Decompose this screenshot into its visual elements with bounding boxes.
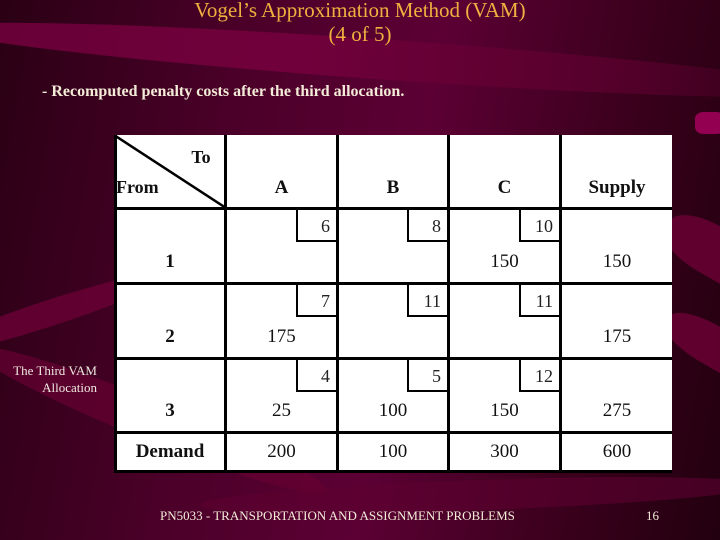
cost-cell-3b: 5 [407, 360, 447, 392]
allocation-3c: 150 [490, 400, 519, 421]
bullet-text: - Recomputed penalty costs after the thi… [42, 83, 405, 100]
column-header-supply: Supply [588, 177, 646, 198]
side-caption-line-1: The Third VAM [13, 363, 97, 378]
page-number: 16 [646, 508, 659, 523]
background-swoosh [695, 112, 720, 134]
allocation-1c: 150 [490, 251, 519, 272]
side-caption-line-2: Allocation [42, 380, 97, 395]
cost-cell-3a: 4 [296, 360, 336, 392]
slide-title: Vogel’s Approximation Method (VAM) (4 of… [0, 0, 720, 46]
title-line-1: Vogel’s Approximation Method (VAM) [194, 0, 526, 22]
footer-text: PN5033 - TRANSPORTATION AND ASSIGNMENT P… [160, 508, 515, 523]
allocation-2a: 175 [267, 326, 296, 347]
side-caption: The Third VAM Allocation [0, 362, 97, 396]
cost-cell-3c: 12 [519, 360, 559, 392]
transportation-table: To From A B C Supply 1 6 8 10 150 150 2 … [114, 135, 672, 473]
demand-label: Demand [135, 441, 205, 462]
corner-to-label: To [191, 147, 211, 167]
cost-cell-2a: 7 [296, 285, 336, 317]
demand-total: 600 [602, 441, 632, 462]
column-header-a: A [274, 177, 289, 198]
row-label-2: 2 [165, 326, 175, 347]
supply-3: 275 [602, 400, 632, 421]
grid-line [114, 207, 672, 210]
allocation-3b: 100 [378, 400, 408, 421]
cost-cell-2c: 11 [519, 285, 559, 317]
supply-2: 175 [602, 326, 632, 347]
grid-line [114, 357, 672, 360]
row-label-1: 1 [165, 251, 175, 272]
column-header-c: C [497, 177, 512, 198]
demand-a: 200 [267, 441, 296, 462]
corner-from-label: From [116, 177, 159, 197]
supply-1: 150 [602, 251, 632, 272]
grid-line [114, 431, 672, 434]
title-line-2: (4 of 5) [328, 22, 392, 46]
grid-line [114, 470, 672, 473]
allocation-3a: 25 [272, 400, 291, 421]
cost-cell-2b: 11 [407, 285, 447, 317]
demand-c: 300 [490, 441, 519, 462]
cost-cell-1c: 10 [519, 210, 559, 242]
cost-cell-1b: 8 [407, 210, 447, 242]
grid-line [114, 282, 672, 285]
row-label-3: 3 [165, 400, 175, 421]
column-header-b: B [386, 177, 400, 198]
demand-b: 100 [378, 441, 408, 462]
cost-cell-1a: 6 [296, 210, 336, 242]
